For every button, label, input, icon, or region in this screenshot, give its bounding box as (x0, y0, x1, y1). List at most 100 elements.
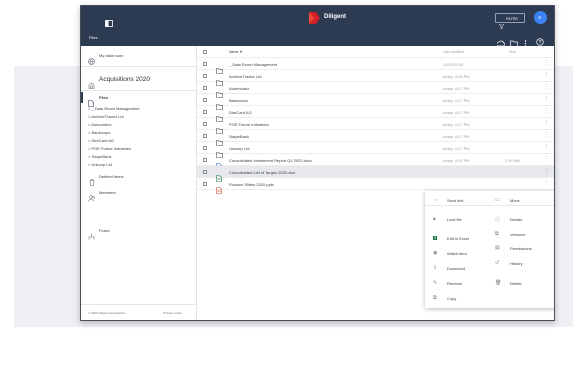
link-icon: ⇔ (433, 197, 438, 203)
row-checkbox[interactable] (203, 158, 207, 162)
sub-bar: Files (81, 30, 554, 47)
menu-item-copy[interactable]: ⧉ Copy (425, 293, 491, 304)
file-name[interactable]: DireCard AG (229, 110, 252, 115)
menu-item-label: Send link (447, 198, 464, 203)
row-checkbox[interactable] (203, 110, 207, 114)
sidebar: My data room Acquisitions 2020 Files > _… (81, 46, 197, 320)
row-more-icon[interactable]: ⋮ (544, 168, 549, 174)
menu-item-download[interactable]: ⇩ Download (425, 263, 491, 274)
row-checkbox[interactable] (203, 182, 207, 186)
row-more-icon[interactable]: ⋮ (544, 96, 549, 102)
row-checkbox[interactable] (203, 170, 207, 174)
row-checkbox[interactable] (203, 122, 207, 126)
column-header-modified[interactable]: Last modified (443, 50, 464, 54)
menu-item-label: Move (510, 198, 520, 203)
user-avatar[interactable]: K (534, 11, 547, 24)
menu-item-watch-item[interactable]: ◉ Watch item (425, 248, 491, 259)
row-checkbox[interactable] (203, 74, 207, 78)
breadcrumb[interactable]: Files (89, 35, 97, 40)
row-more-icon[interactable]: ⋮ (544, 84, 549, 90)
tree-item[interactable]: > Automobex (88, 122, 111, 127)
row-more-icon[interactable]: ⋮ (544, 120, 549, 126)
tree-item[interactable]: > ArchiveTractor Ltd (88, 114, 124, 119)
menu-item-versions[interactable]: ⧉ Versions (491, 229, 554, 240)
last-modified: today, 4:27 PM (443, 98, 470, 103)
row-more-icon[interactable]: ⋮ (544, 108, 549, 114)
last-modified: 10/02/2020 (443, 62, 464, 67)
table-row[interactable]: Consolidated Investment Report Q1 2020.d… (197, 154, 554, 170)
table-row[interactable]: Automobex today, 4:27 PM ⋮ (197, 82, 554, 98)
menu-item-edit-in-excel[interactable]: X Edit in Excel (425, 233, 491, 244)
top-bar: Diligent FILTER K (81, 6, 554, 30)
row-more-icon[interactable]: ⋮ (544, 144, 549, 150)
row-more-icon[interactable]: ⋮ (544, 132, 549, 138)
row-checkbox[interactable] (203, 98, 207, 102)
table-row[interactable]: Unicorp Ltd today, 4:27 PM ⋮ (197, 142, 554, 158)
row-checkbox[interactable] (203, 62, 207, 66)
files-nav-item[interactable]: Files (81, 92, 197, 107)
table-row[interactable]: Consolidated List of Targes 2020.xlsx ⋮ (197, 166, 554, 182)
file-size: 2.99 MB (505, 158, 520, 163)
menu-item-history[interactable]: ↺ History (491, 258, 554, 269)
members-nav[interactable]: Members (81, 188, 197, 202)
menu-item-delete[interactable]: 🗑︎ Delete (491, 278, 554, 289)
file-name[interactable]: Consolidated Investment Report Q1 2020.d… (229, 158, 312, 163)
filter-label: FILTER (506, 16, 518, 21)
footer-copyright: © 2020 Diligent Corporation (88, 311, 126, 315)
pencil-icon: ✎ (433, 280, 438, 286)
flows-label: Flows (99, 228, 110, 233)
file-name[interactable]: SwipeBank (229, 134, 249, 139)
table-row[interactable]: ArchiveTractor Ltd today, 4:26 PM ⋮ (197, 70, 554, 86)
table-row[interactable]: DireCard AG today, 4:27 PM ⋮ (197, 106, 554, 122)
file-name[interactable]: Consolidated List of Targes 2020.xlsx (229, 170, 295, 175)
file-name[interactable]: Automobex (229, 86, 249, 91)
move-folder-icon: ▭ (495, 197, 500, 203)
filter-button[interactable]: FILTER (495, 13, 525, 30)
select-all-checkbox[interactable] (203, 50, 207, 54)
tree-item[interactable]: > Unicorp Ltd (88, 162, 112, 167)
file-name[interactable]: POE Future Industries (229, 122, 269, 127)
column-header-name[interactable]: Name ▼ (229, 50, 243, 54)
column-header-size[interactable]: Size (509, 50, 516, 54)
brand-name: Diligent (324, 14, 346, 20)
flows-nav[interactable]: Flows (81, 226, 197, 240)
menu-item-label: Lock file (447, 217, 462, 222)
table-row[interactable]: SwipeBank today, 4:27 PM ⋮ (197, 130, 554, 146)
versions-icon: ⧉ (495, 231, 499, 237)
tree-item[interactable]: > _ Data Room Management (88, 106, 139, 111)
row-checkbox[interactable] (203, 134, 207, 138)
file-name[interactable]: ArchiveTractor Ltd (229, 74, 262, 79)
tree-item[interactable]: > DireCard AG (88, 138, 114, 143)
file-name[interactable]: Unicorp Ltd (229, 146, 249, 151)
row-checkbox[interactable] (203, 146, 207, 150)
menu-item-permissions[interactable]: ▤ Permissions (491, 243, 554, 254)
file-name[interactable]: _ Data Room Management (229, 62, 277, 67)
menu-item-label: Copy (447, 296, 457, 301)
file-name[interactable]: Finance Slides 2020.pptx (229, 182, 274, 187)
footer-privacy-link[interactable]: Privacy notice (163, 311, 182, 315)
menu-item-label: Watch item (447, 251, 467, 256)
tree-item[interactable]: > SwipeBank (88, 154, 111, 159)
eye-icon: ◉ (433, 250, 438, 256)
deleted-items-nav[interactable]: Deleted items (81, 172, 197, 186)
last-modified: today, 4:26 PM (443, 74, 470, 79)
table-row[interactable]: POE Future Industries today, 4:27 PM ⋮ (197, 118, 554, 134)
table-row[interactable]: Bankcorps today, 4:27 PM ⋮ (197, 94, 554, 110)
row-more-icon[interactable]: ⋮ (544, 180, 549, 186)
diligent-logo-icon (307, 11, 321, 30)
members-icon (88, 189, 96, 207)
table-row[interactable]: _ Data Room Management 10/02/2020 ⋮ (197, 58, 554, 74)
row-more-icon[interactable]: ⋮ (544, 156, 549, 162)
my-data-room-item[interactable]: My data room (81, 50, 197, 65)
tree-item[interactable]: > POE Future Industries (88, 146, 131, 151)
row-more-icon[interactable]: ⋮ (544, 72, 549, 78)
menu-item-rename[interactable]: ✎ Rename (425, 278, 491, 289)
row-more-icon[interactable]: ⋮ (544, 60, 549, 66)
tree-item[interactable]: > Bankcorps (88, 130, 110, 135)
flows-icon (88, 227, 95, 245)
menu-item-details[interactable]: ⓘ Details (491, 214, 554, 225)
file-name[interactable]: Bankcorps (229, 98, 248, 103)
menu-item-lock-file[interactable]: 🔒︎ Lock file (425, 214, 491, 225)
table-row[interactable]: Finance Slides 2020.pptx ⋮ (197, 178, 554, 194)
row-checkbox[interactable] (203, 86, 207, 90)
